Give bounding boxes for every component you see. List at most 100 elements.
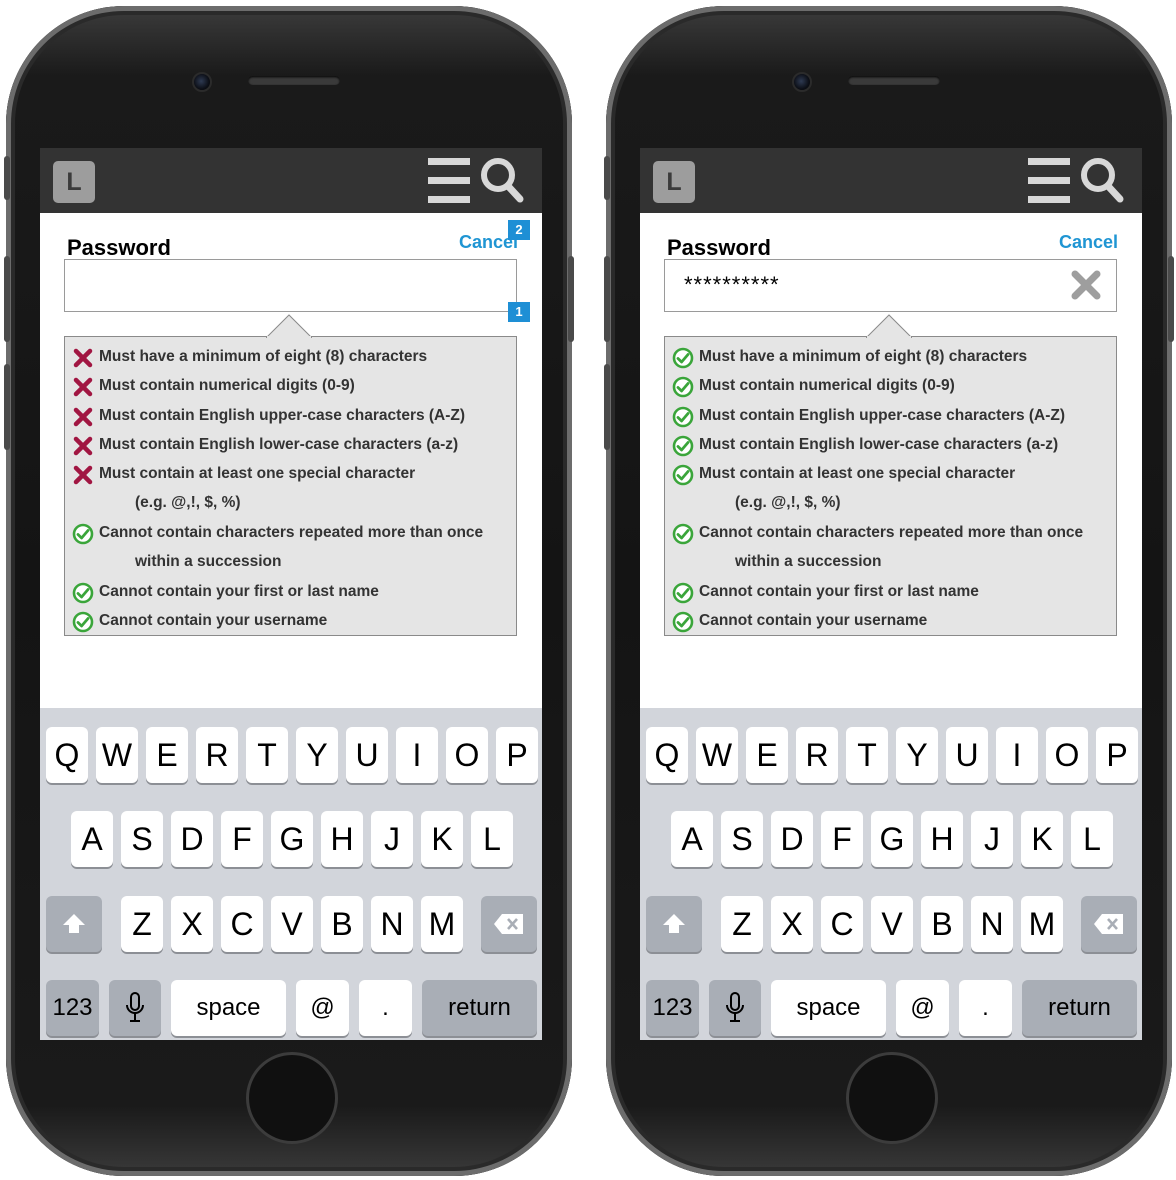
space-key[interactable]: space xyxy=(171,980,286,1036)
pass-check-icon xyxy=(72,523,94,545)
key-z[interactable]: Z xyxy=(721,896,763,952)
hamburger-menu-icon[interactable] xyxy=(1028,158,1070,204)
return-key[interactable]: return xyxy=(1022,980,1137,1036)
front-camera xyxy=(192,72,212,92)
password-input[interactable] xyxy=(64,259,517,312)
shift-key[interactable] xyxy=(646,896,702,952)
dot-key[interactable]: . xyxy=(959,980,1012,1036)
shift-icon xyxy=(63,914,85,933)
key-d[interactable]: D xyxy=(771,811,813,867)
key-w[interactable]: W xyxy=(696,727,738,783)
rule-text: Cannot contain characters repeated more … xyxy=(699,524,1084,542)
key-v[interactable]: V xyxy=(271,896,313,952)
volume-down-button xyxy=(604,364,610,450)
key-s[interactable]: S xyxy=(121,811,163,867)
key-a[interactable]: A xyxy=(671,811,713,867)
home-button[interactable] xyxy=(246,1052,338,1144)
key-n[interactable]: N xyxy=(371,896,413,952)
key-i[interactable]: I xyxy=(996,727,1038,783)
password-input[interactable]: ********** xyxy=(664,259,1117,312)
at-key[interactable]: @ xyxy=(896,980,949,1036)
key-f[interactable]: F xyxy=(221,811,263,867)
key-k[interactable]: K xyxy=(1021,811,1063,867)
clear-input-icon[interactable] xyxy=(1070,269,1102,301)
key-n[interactable]: N xyxy=(971,896,1013,952)
key-m[interactable]: M xyxy=(1021,896,1063,952)
key-p[interactable]: P xyxy=(496,727,538,783)
rule-subtext: (e.g. @,!, $, %) xyxy=(735,494,841,512)
key-l[interactable]: L xyxy=(1071,811,1113,867)
key-h[interactable]: H xyxy=(921,811,963,867)
fail-x-icon xyxy=(72,435,94,457)
key-j[interactable]: J xyxy=(971,811,1013,867)
search-icon[interactable] xyxy=(480,157,524,203)
key-v[interactable]: V xyxy=(871,896,913,952)
key-g[interactable]: G xyxy=(871,811,913,867)
backspace-key[interactable] xyxy=(481,896,537,952)
key-o[interactable]: O xyxy=(1046,727,1088,783)
numbers-key[interactable]: 123 xyxy=(646,980,699,1036)
popover-caret xyxy=(866,314,912,338)
key-w[interactable]: W xyxy=(96,727,138,783)
microphone-key[interactable] xyxy=(709,980,761,1036)
backspace-key[interactable] xyxy=(1081,896,1137,952)
search-icon[interactable] xyxy=(1080,157,1124,203)
key-t[interactable]: T xyxy=(846,727,888,783)
return-key[interactable]: return xyxy=(422,980,537,1036)
key-r[interactable]: R xyxy=(796,727,838,783)
key-z[interactable]: Z xyxy=(121,896,163,952)
key-c[interactable]: C xyxy=(221,896,263,952)
front-camera xyxy=(792,72,812,92)
rule-subtext: within a succession xyxy=(735,553,882,571)
key-e[interactable]: E xyxy=(146,727,188,783)
password-value: ********** xyxy=(684,272,780,297)
volume-up-button xyxy=(604,256,610,342)
key-q[interactable]: Q xyxy=(46,727,88,783)
app-logo[interactable]: L xyxy=(653,161,695,203)
key-q[interactable]: Q xyxy=(646,727,688,783)
key-h[interactable]: H xyxy=(321,811,363,867)
microphone-icon xyxy=(726,992,744,1022)
key-x[interactable]: X xyxy=(171,896,213,952)
shift-key[interactable] xyxy=(46,896,102,952)
key-f[interactable]: F xyxy=(821,811,863,867)
key-o[interactable]: O xyxy=(446,727,488,783)
at-key[interactable]: @ xyxy=(296,980,349,1036)
microphone-key[interactable] xyxy=(109,980,161,1036)
home-button[interactable] xyxy=(846,1052,938,1144)
key-j[interactable]: J xyxy=(371,811,413,867)
key-y[interactable]: Y xyxy=(296,727,338,783)
key-y[interactable]: Y xyxy=(896,727,938,783)
numbers-key[interactable]: 123 xyxy=(46,980,99,1036)
key-r[interactable]: R xyxy=(196,727,238,783)
key-l[interactable]: L xyxy=(471,811,513,867)
mute-switch xyxy=(4,156,10,200)
cancel-link[interactable]: Cancel xyxy=(1059,232,1118,253)
key-b[interactable]: B xyxy=(321,896,363,952)
key-t[interactable]: T xyxy=(246,727,288,783)
key-c[interactable]: C xyxy=(821,896,863,952)
key-e[interactable]: E xyxy=(746,727,788,783)
dot-key[interactable]: . xyxy=(359,980,412,1036)
key-k[interactable]: K xyxy=(421,811,463,867)
key-g[interactable]: G xyxy=(271,811,313,867)
rule-text: Cannot contain your first or last name xyxy=(99,582,379,600)
key-b[interactable]: B xyxy=(921,896,963,952)
pass-check-icon xyxy=(672,582,694,604)
key-a[interactable]: A xyxy=(71,811,113,867)
key-u[interactable]: U xyxy=(946,727,988,783)
password-rules-panel: Must have a minimum of eight (8) charact… xyxy=(64,336,517,636)
space-key[interactable]: space xyxy=(771,980,886,1036)
key-d[interactable]: D xyxy=(171,811,213,867)
hamburger-menu-icon[interactable] xyxy=(428,158,470,204)
key-m[interactable]: M xyxy=(421,896,463,952)
app-logo[interactable]: L xyxy=(53,161,95,203)
key-u[interactable]: U xyxy=(346,727,388,783)
fail-x-icon xyxy=(72,347,94,369)
rule-text: Cannot contain your username xyxy=(99,612,328,630)
key-i[interactable]: I xyxy=(396,727,438,783)
key-s[interactable]: S xyxy=(721,811,763,867)
key-x[interactable]: X xyxy=(771,896,813,952)
rule-text: Cannot contain characters repeated more … xyxy=(99,524,484,542)
key-p[interactable]: P xyxy=(1096,727,1138,783)
